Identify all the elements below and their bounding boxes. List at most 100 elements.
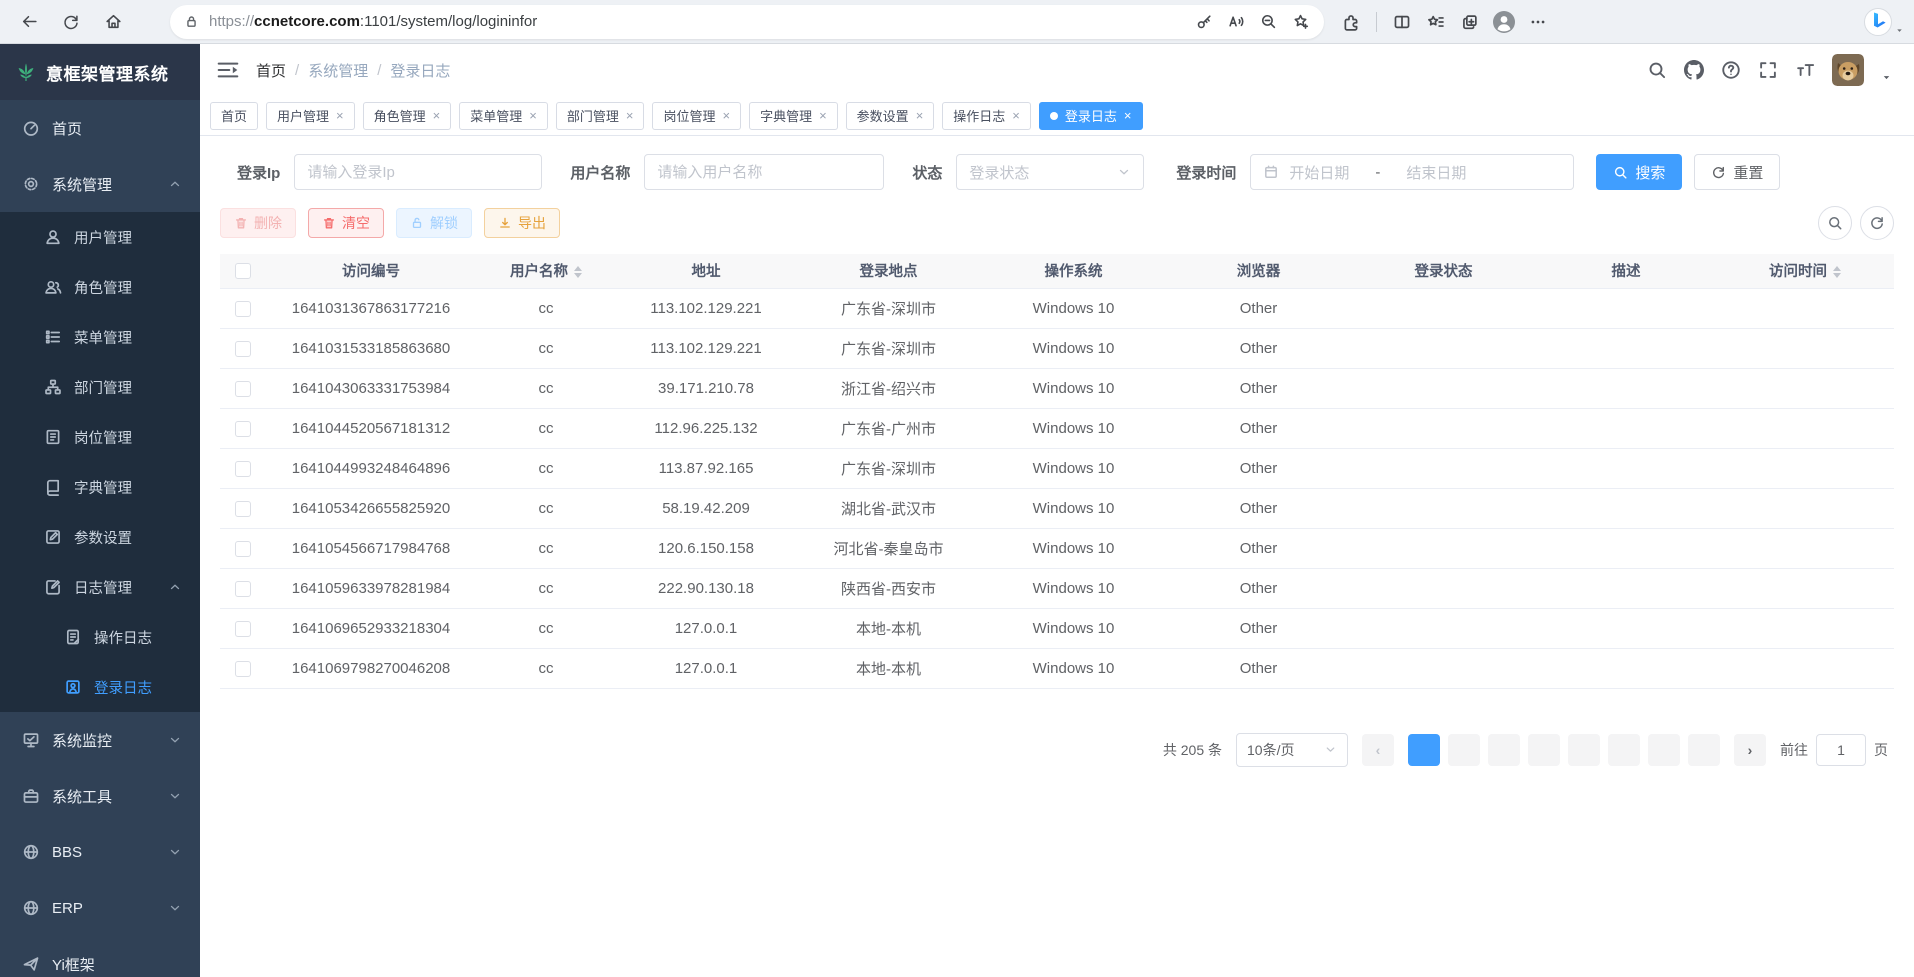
tab[interactable]: 菜单管理 ×	[459, 102, 548, 130]
collections-icon[interactable]	[1455, 7, 1485, 37]
row-checkbox[interactable]	[235, 381, 251, 397]
row-checkbox[interactable]	[235, 461, 251, 477]
column-header[interactable]: 用户名称	[476, 254, 616, 288]
tab-close-icon[interactable]: ×	[1124, 109, 1132, 122]
read-aloud-icon[interactable]	[1222, 8, 1250, 36]
sidebar-item[interactable]: 操作日志	[0, 612, 200, 662]
row-checkbox[interactable]	[235, 581, 251, 597]
prev-page-button[interactable]: ‹	[1362, 734, 1394, 766]
sidebar-item[interactable]: 首页	[0, 100, 200, 156]
github-icon[interactable]	[1684, 60, 1704, 80]
row-checkbox[interactable]	[235, 301, 251, 317]
column-header[interactable]: 操作系统	[981, 254, 1166, 288]
password-key-icon[interactable]	[1190, 8, 1218, 36]
page-button[interactable]	[1688, 734, 1720, 766]
bing-icon[interactable]	[1863, 7, 1893, 37]
user-avatar[interactable]	[1832, 54, 1864, 86]
page-button[interactable]	[1488, 734, 1520, 766]
text-size-icon[interactable]	[1795, 60, 1815, 80]
browser-back-button[interactable]	[12, 5, 46, 39]
sidebar-item[interactable]: 日志管理	[0, 562, 200, 612]
browser-home-button[interactable]	[96, 5, 130, 39]
add-favorite-icon[interactable]	[1286, 8, 1314, 36]
breadcrumb-home[interactable]: 首页	[256, 60, 286, 81]
next-page-button[interactable]: ›	[1734, 734, 1766, 766]
show-search-button[interactable]	[1818, 206, 1852, 240]
export-button[interactable]: 导出	[484, 208, 560, 238]
tab-close-icon[interactable]: ×	[626, 109, 634, 122]
row-checkbox[interactable]	[235, 541, 251, 557]
bing-chat-button[interactable]	[1863, 7, 1904, 37]
clear-button[interactable]: 清空	[308, 208, 384, 238]
site-lock-icon[interactable]	[184, 14, 199, 29]
user-name-input[interactable]	[644, 154, 884, 190]
sidebar-item[interactable]: 参数设置	[0, 512, 200, 562]
tab-close-icon[interactable]: ×	[819, 109, 827, 122]
sidebar-item[interactable]: 系统管理	[0, 156, 200, 212]
reset-button[interactable]: 重置	[1694, 154, 1780, 190]
select-all-checkbox[interactable]	[235, 263, 251, 279]
column-header[interactable]: 访问时间	[1716, 254, 1894, 288]
header-search-icon[interactable]	[1647, 60, 1667, 80]
tab[interactable]: 角色管理 ×	[363, 102, 452, 130]
sidebar-item[interactable]: 岗位管理	[0, 412, 200, 462]
page-button[interactable]	[1528, 734, 1560, 766]
column-header[interactable]: 描述	[1536, 254, 1716, 288]
sidebar-item[interactable]: BBS	[0, 824, 200, 880]
page-button[interactable]	[1448, 734, 1480, 766]
column-header[interactable]: 登录地点	[796, 254, 981, 288]
tab-close-icon[interactable]: ×	[336, 109, 344, 122]
tab[interactable]: 操作日志 ×	[942, 102, 1031, 130]
sidebar-item[interactable]: ERP	[0, 880, 200, 936]
row-checkbox[interactable]	[235, 621, 251, 637]
column-header[interactable]: 浏览器	[1166, 254, 1351, 288]
help-icon[interactable]	[1721, 60, 1741, 80]
tab[interactable]: 部门管理 ×	[556, 102, 645, 130]
page-button[interactable]	[1568, 734, 1600, 766]
column-header[interactable]: 访问编号	[266, 254, 476, 288]
tab-close-icon[interactable]: ×	[916, 109, 924, 122]
page-button[interactable]	[1648, 734, 1680, 766]
page-size-select[interactable]: 10条/页	[1236, 733, 1348, 767]
goto-page-input[interactable]	[1816, 734, 1866, 766]
unlock-button[interactable]: 解锁	[396, 208, 472, 238]
refresh-table-button[interactable]	[1860, 206, 1894, 240]
extensions-icon[interactable]	[1336, 7, 1366, 37]
tab-close-icon[interactable]: ×	[529, 109, 537, 122]
column-header[interactable]: 地址	[616, 254, 796, 288]
tab-close-icon[interactable]: ×	[433, 109, 441, 122]
sidebar-collapse-icon[interactable]	[216, 59, 240, 81]
tab[interactable]: 参数设置 ×	[846, 102, 935, 130]
tab[interactable]: 登录日志 ×	[1039, 102, 1143, 130]
split-screen-icon[interactable]	[1387, 7, 1417, 37]
delete-button[interactable]: 删除	[220, 208, 296, 238]
sidebar-item[interactable]: Yi框架	[0, 936, 200, 977]
row-checkbox[interactable]	[235, 341, 251, 357]
page-button[interactable]	[1608, 734, 1640, 766]
status-select[interactable]: 登录状态	[956, 154, 1144, 190]
tab-close-icon[interactable]: ×	[722, 109, 730, 122]
fullscreen-icon[interactable]	[1758, 60, 1778, 80]
sidebar-item[interactable]: 字典管理	[0, 462, 200, 512]
column-header[interactable]: 登录状态	[1351, 254, 1536, 288]
browser-profile-avatar[interactable]	[1489, 7, 1519, 37]
page-button[interactable]	[1408, 734, 1440, 766]
row-checkbox[interactable]	[235, 501, 251, 517]
tab[interactable]: 岗位管理 ×	[652, 102, 741, 130]
login-ip-input[interactable]	[294, 154, 542, 190]
sidebar-item[interactable]: 角色管理	[0, 262, 200, 312]
tab[interactable]: 字典管理 ×	[749, 102, 838, 130]
tab[interactable]: 首页	[210, 102, 258, 130]
sidebar-item[interactable]: 系统监控	[0, 712, 200, 768]
sidebar-item[interactable]: 登录日志	[0, 662, 200, 712]
row-checkbox[interactable]	[235, 661, 251, 677]
avatar-caret-icon[interactable]	[1881, 72, 1892, 83]
browser-refresh-button[interactable]	[54, 5, 88, 39]
sidebar-item[interactable]: 系统工具	[0, 768, 200, 824]
zoom-out-icon[interactable]	[1254, 8, 1282, 36]
address-bar[interactable]: https://ccnetcore.com:1101/system/log/lo…	[170, 5, 1324, 39]
date-range-picker[interactable]: 开始日期 - 结束日期	[1250, 154, 1574, 190]
tab-close-icon[interactable]: ×	[1012, 109, 1020, 122]
sidebar-item[interactable]: 菜单管理	[0, 312, 200, 362]
favorites-icon[interactable]	[1421, 7, 1451, 37]
